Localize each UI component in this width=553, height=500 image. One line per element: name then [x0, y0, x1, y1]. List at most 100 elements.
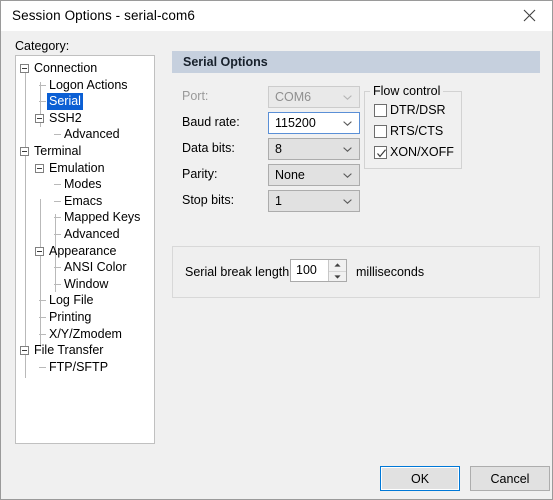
field-row: Port:COM6 [182, 86, 372, 108]
sidebar-item-label: Terminal [32, 143, 83, 160]
cancel-button[interactable]: Cancel [470, 466, 550, 491]
chevron-down-icon[interactable] [343, 173, 352, 178]
checkbox-label: RTS/CTS [390, 124, 443, 138]
field-label: Parity: [182, 167, 217, 181]
field-label: Baud rate: [182, 115, 240, 129]
sidebar-item-label: Serial [47, 93, 83, 110]
checkmark-icon[interactable] [374, 146, 387, 159]
section-header: Serial Options [172, 51, 540, 73]
select-value: COM6 [275, 90, 311, 104]
serial-options-pane: Serial Options Port:COM6 Baud rate: 115200… [172, 51, 540, 444]
sidebar-item-logon-actions[interactable]: Logon Actions [16, 77, 154, 94]
tree-collapse-icon[interactable] [35, 114, 44, 123]
field-label: Data bits: [182, 141, 235, 155]
serial-break-label: Serial break length: [185, 265, 293, 279]
select-value: None [275, 168, 305, 182]
tree-line [54, 184, 61, 185]
chevron-down-icon[interactable] [343, 147, 352, 152]
data-bits-select[interactable]: 8 [268, 138, 360, 160]
sidebar-item-printing[interactable]: Printing [16, 309, 154, 326]
title-bar: Session Options - serial-com6 [1, 1, 552, 31]
tree-collapse-icon[interactable] [20, 64, 29, 73]
tree-line [39, 334, 46, 335]
sidebar-item-label: ANSI Color [62, 259, 129, 276]
tree-line [54, 284, 61, 285]
tree-collapse-icon[interactable] [20, 147, 29, 156]
serial-break-length-stepper[interactable]: 100 [290, 259, 347, 282]
sidebar-item-advanced[interactable]: Advanced [16, 226, 154, 243]
section-title: Serial Options [183, 55, 268, 69]
tree-line [54, 201, 61, 202]
sidebar-item-label: File Transfer [32, 342, 105, 359]
sidebar-item-label: Advanced [62, 226, 122, 243]
sidebar-item-label: Mapped Keys [62, 209, 142, 226]
checkbox-label: XON/XOFF [390, 145, 454, 159]
sidebar-item-emulation[interactable]: Emulation [16, 160, 154, 177]
tree-line [54, 234, 61, 235]
tree-collapse-icon[interactable] [35, 164, 44, 173]
sidebar-item-connection[interactable]: Connection [16, 60, 154, 77]
sidebar-item-ftp-sftp[interactable]: FTP/SFTP [16, 359, 154, 376]
port-select: COM6 [268, 86, 360, 108]
sidebar-item-terminal[interactable]: Terminal [16, 143, 154, 160]
window-title: Session Options - serial-com6 [12, 8, 195, 23]
chevron-down-icon[interactable] [343, 95, 352, 100]
stepper-down-icon[interactable] [329, 271, 346, 283]
sidebar-item-file-transfer[interactable]: File Transfer [16, 342, 154, 359]
ok-button[interactable]: OK [380, 466, 460, 491]
close-icon[interactable] [507, 1, 552, 30]
tree-collapse-icon[interactable] [20, 346, 29, 355]
field-row: Parity: None [182, 164, 372, 186]
sidebar-item-label: Printing [47, 309, 93, 326]
chevron-down-icon[interactable] [343, 199, 352, 204]
tree-line [39, 300, 46, 301]
sidebar-item-label: Emacs [62, 193, 104, 210]
sidebar-item-advanced[interactable]: Advanced [16, 126, 154, 143]
tree-line [39, 367, 46, 368]
stepper-up-icon[interactable] [329, 260, 346, 271]
sidebar-item-label: Appearance [47, 243, 118, 260]
field-row: Baud rate: 115200 [182, 112, 372, 134]
select-value: 1 [275, 194, 282, 208]
select-value: 115200 [275, 116, 316, 130]
tree-line [54, 217, 61, 218]
sidebar-item-label: Connection [32, 60, 99, 77]
parity-select[interactable]: None [268, 164, 360, 186]
sidebar-item-modes[interactable]: Modes [16, 176, 154, 193]
tree-collapse-icon[interactable] [35, 247, 44, 256]
sidebar-item-emacs[interactable]: Emacs [16, 193, 154, 210]
serial-break-units: milliseconds [356, 265, 424, 279]
tree-line [39, 317, 46, 318]
checkbox-icon[interactable] [374, 125, 387, 138]
field-row: Data bits: 8 [182, 138, 372, 160]
stop-bits-select[interactable]: 1 [268, 190, 360, 212]
session-options-dialog: Session Options - serial-com6 Category: … [0, 0, 553, 500]
sidebar-item-appearance[interactable]: Appearance [16, 243, 154, 260]
serial-break-group: Serial break length: 100 [172, 246, 540, 298]
baud-rate-select[interactable]: 115200 [268, 112, 360, 134]
sidebar-item-label: Advanced [62, 126, 122, 143]
sidebar-item-label: X/Y/Zmodem [47, 326, 124, 343]
sidebar-item-label: Logon Actions [47, 77, 130, 94]
checkbox-icon[interactable] [374, 104, 387, 117]
sidebar-item-mapped-keys[interactable]: Mapped Keys [16, 209, 154, 226]
sidebar-item-label: Modes [62, 176, 104, 193]
sidebar-item-label: Log File [47, 292, 95, 309]
sidebar-item-x-y-zmodem[interactable]: X/Y/Zmodem [16, 326, 154, 343]
field-label: Stop bits: [182, 193, 234, 207]
chevron-down-icon[interactable] [343, 121, 352, 126]
sidebar-item-serial[interactable]: Serial [16, 93, 154, 110]
sidebar-item-window[interactable]: Window [16, 276, 154, 293]
sidebar-item-ansi-color[interactable]: ANSI Color [16, 259, 154, 276]
sidebar-item-log-file[interactable]: Log File [16, 292, 154, 309]
tree-line [39, 101, 46, 102]
sidebar-item-label: Window [62, 276, 110, 293]
sidebar-item-label: Emulation [47, 160, 107, 177]
checkbox-label: DTR/DSR [390, 103, 446, 117]
sidebar-item-ssh2[interactable]: SSH2 [16, 110, 154, 127]
flow-control-legend: Flow control [370, 84, 443, 98]
category-tree[interactable]: ConnectionLogon ActionsSerialSSH2Advance… [15, 55, 155, 444]
serial-break-length-value[interactable]: 100 [296, 263, 317, 277]
sidebar-item-label: FTP/SFTP [47, 359, 110, 376]
tree-line [39, 85, 46, 86]
